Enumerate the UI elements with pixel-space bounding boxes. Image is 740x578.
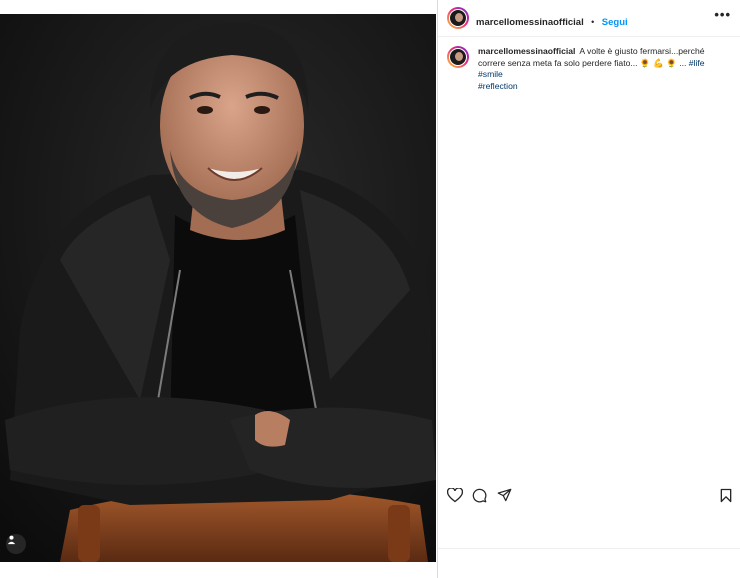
header-username[interactable]: marcellomessinaofficial	[476, 17, 584, 28]
user-tag-icon	[7, 535, 16, 545]
post-caption: marcellomessinaofficial A volte è giusto…	[478, 46, 728, 92]
hashtag-life[interactable]: #life	[689, 58, 705, 68]
paper-plane-icon[interactable]	[497, 488, 512, 502]
portrait-photo	[0, 14, 436, 562]
separator-dot: •	[591, 17, 595, 27]
more-options-icon[interactable]: •••	[714, 8, 731, 21]
follow-button[interactable]: Segui	[602, 17, 628, 28]
divider	[438, 548, 740, 549]
post-header: marcellomessinaofficial • Segui •••	[438, 0, 740, 37]
post-photo[interactable]	[0, 0, 436, 578]
post-side-panel: marcellomessinaofficial • Segui ••• marc…	[437, 0, 740, 578]
bookmark-icon[interactable]	[720, 488, 732, 503]
hashtag-smile[interactable]: #smile	[478, 69, 503, 79]
action-bar	[438, 485, 740, 507]
avatar[interactable]	[447, 7, 469, 29]
tagged-users-button[interactable]	[6, 534, 26, 554]
caption-username[interactable]: marcellomessinaofficial	[478, 46, 575, 56]
heart-icon[interactable]	[447, 488, 463, 503]
hashtag-reflection[interactable]: #reflection	[478, 81, 518, 91]
caption-avatar[interactable]	[447, 46, 469, 68]
comment-icon[interactable]	[472, 488, 487, 503]
